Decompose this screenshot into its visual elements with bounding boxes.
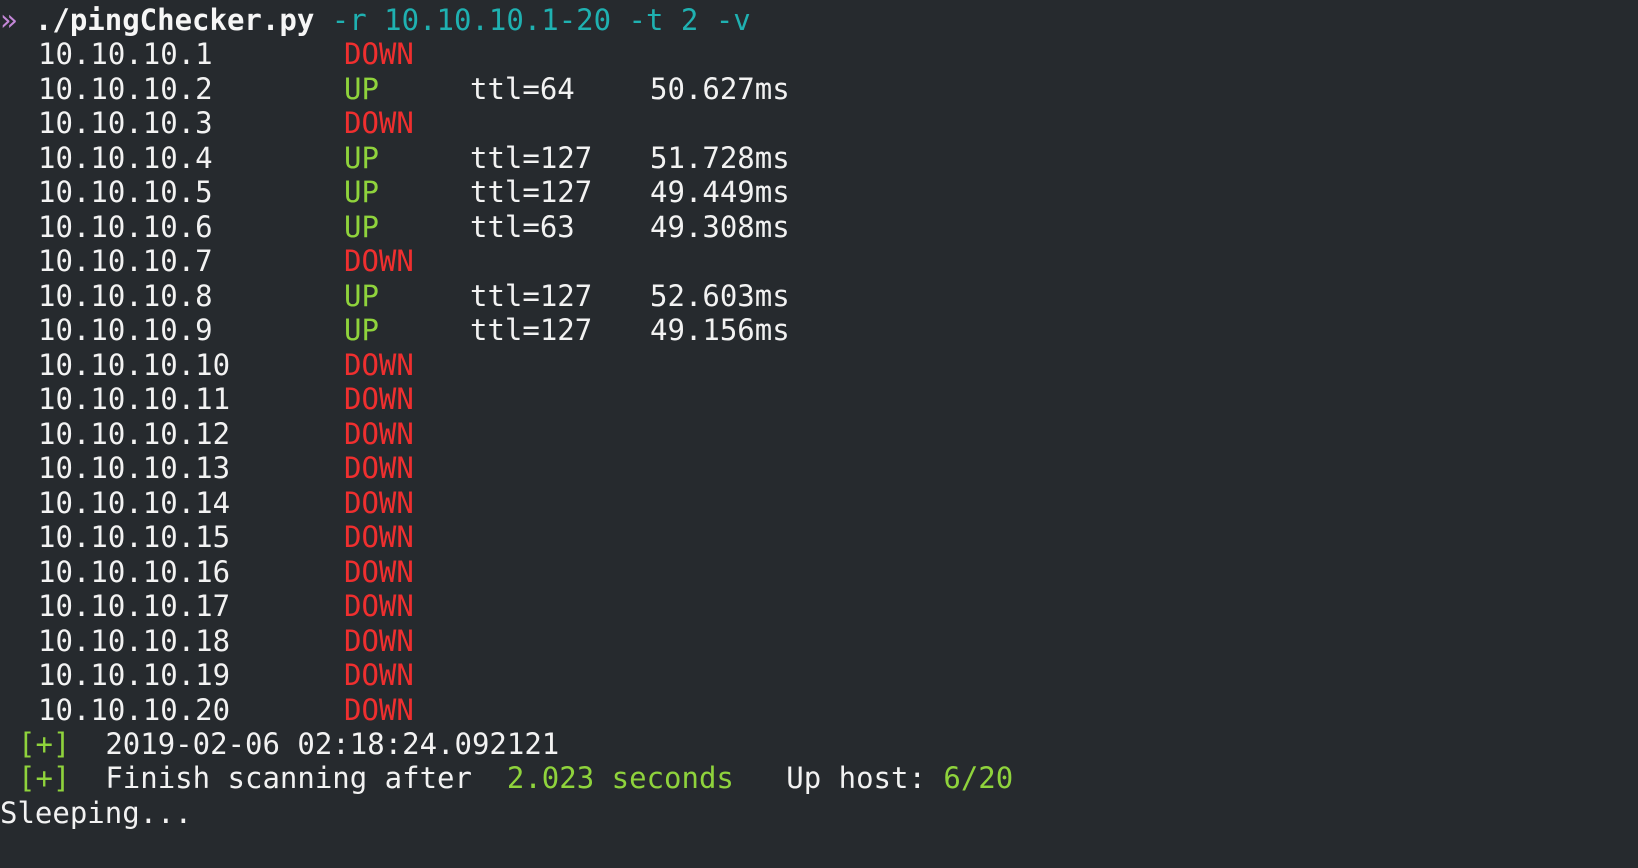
host-status: DOWN — [344, 658, 414, 692]
host-latency: 51.728ms — [650, 140, 790, 175]
host-ip: 10.10.10.5 — [38, 175, 213, 209]
host-status: DOWN — [344, 382, 414, 416]
host-ip: 10.10.10.20 — [38, 692, 231, 727]
host-status: UP — [344, 175, 379, 209]
host-status: DOWN — [344, 37, 414, 71]
host-latency: 50.627ms — [650, 71, 790, 106]
host-ip: 10.10.10.15 — [38, 520, 231, 554]
host-ip: 10.10.10.2 — [38, 71, 213, 106]
host-status: DOWN — [344, 451, 414, 485]
scan-timestamp: 2019-02-06 02:18:24.092121 — [105, 727, 560, 761]
host-ip: 10.10.10.9 — [38, 313, 213, 347]
host-ip: 10.10.10.14 — [38, 485, 231, 520]
host-ip: 10.10.10.6 — [38, 209, 213, 244]
host-ip: 10.10.10.12 — [38, 416, 231, 451]
command-line: » ./pingChecker.py -r 10.10.10.1-20 -t 2… — [0, 2, 751, 38]
info-marker: [+] — [18, 761, 71, 795]
host-status: DOWN — [344, 623, 414, 658]
host-ip: 10.10.10.1 — [38, 37, 213, 71]
host-status: UP — [344, 278, 379, 313]
host-status: DOWN — [344, 554, 414, 589]
host-status: DOWN — [344, 520, 414, 554]
host-status: DOWN — [344, 692, 414, 727]
host-ttl: ttl=127 — [470, 278, 593, 313]
prompt-icon: » — [0, 3, 35, 37]
host-ip: 10.10.10.13 — [38, 451, 231, 485]
host-latency: 49.308ms — [650, 209, 790, 244]
up-host-count: 6/20 — [943, 761, 1014, 795]
host-status: UP — [344, 209, 379, 244]
host-ip: 10.10.10.3 — [38, 106, 213, 140]
host-latency: 49.156ms — [650, 313, 790, 347]
up-host-label: Up host: — [733, 761, 944, 795]
host-ttl: ttl=127 — [470, 313, 593, 347]
finish-label: Finish scanning after — [105, 761, 507, 795]
host-status: DOWN — [344, 106, 414, 140]
host-ip: 10.10.10.10 — [38, 347, 231, 382]
host-status: DOWN — [344, 244, 414, 278]
host-ip: 10.10.10.8 — [38, 278, 213, 313]
host-ttl: ttl=127 — [470, 175, 593, 209]
host-status: UP — [344, 71, 379, 106]
host-ttl: ttl=127 — [470, 140, 593, 175]
host-ip: 10.10.10.16 — [38, 554, 231, 589]
host-ip: 10.10.10.19 — [38, 658, 231, 692]
host-ip: 10.10.10.7 — [38, 244, 213, 278]
host-ttl: ttl=64 — [470, 71, 575, 106]
info-marker: [+] — [18, 727, 71, 761]
host-ip: 10.10.10.11 — [38, 382, 231, 416]
host-status: UP — [344, 313, 379, 347]
command-name: ./pingChecker.py — [34, 3, 315, 37]
command-args: -r 10.10.10.1-20 -t 2 -v — [314, 3, 751, 37]
host-status: UP — [344, 140, 379, 175]
host-status: DOWN — [344, 347, 414, 382]
host-latency: 49.449ms — [650, 175, 790, 209]
timestamp-line: [+] 2019-02-06 02:18:24.092121 — [18, 726, 559, 762]
scan-duration: 2.023 seconds — [506, 761, 734, 795]
host-latency: 52.603ms — [650, 278, 790, 313]
host-ttl: ttl=63 — [470, 209, 575, 244]
host-ip: 10.10.10.17 — [38, 589, 231, 623]
host-ip: 10.10.10.18 — [38, 623, 231, 658]
host-status: DOWN — [344, 485, 414, 520]
terminal-window[interactable]: » ./pingChecker.py -r 10.10.10.1-20 -t 2… — [0, 0, 1638, 868]
host-status: DOWN — [344, 416, 414, 451]
host-ip: 10.10.10.4 — [38, 140, 213, 175]
summary-line: [+] Finish scanning after 2.023 seconds … — [18, 760, 1013, 796]
host-status: DOWN — [344, 589, 414, 623]
sleeping-status: Sleeping... — [0, 796, 193, 830]
